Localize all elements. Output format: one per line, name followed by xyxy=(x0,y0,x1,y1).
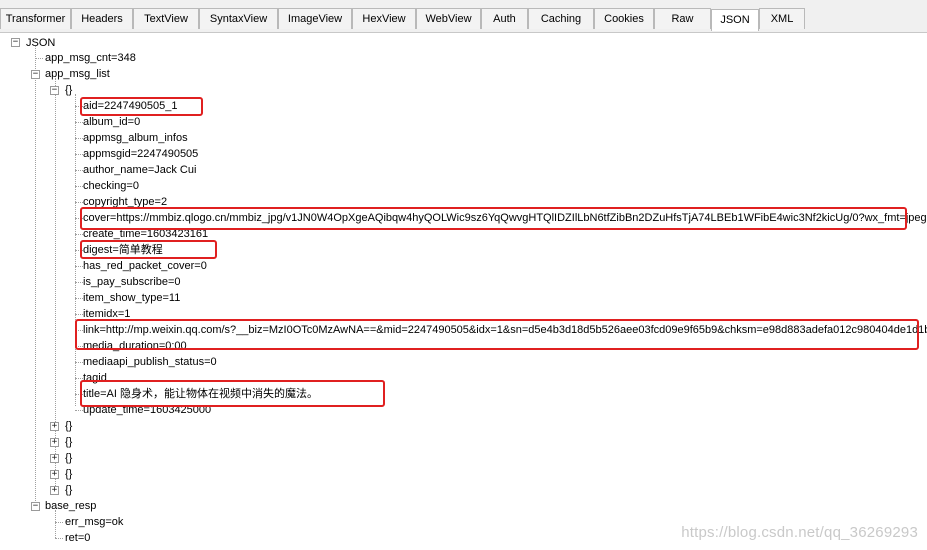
tree-node-itemidx[interactable]: itemidx=1 xyxy=(83,306,130,322)
tab-webview[interactable]: WebView xyxy=(416,8,481,29)
tree-node-create-time[interactable]: create_time=1603423161 xyxy=(83,226,208,242)
expand-toggle-item-5[interactable]: + xyxy=(50,486,59,495)
json-tree-view: − JSON app_msg_cnt=348 − app_msg_list − … xyxy=(0,32,927,550)
tab-transformer[interactable]: Transformer xyxy=(0,8,71,29)
tree-node-has-red-packet-cover[interactable]: has_red_packet_cover=0 xyxy=(83,258,207,274)
tab-raw[interactable]: Raw xyxy=(654,8,711,29)
tree-node-root[interactable]: JSON xyxy=(26,35,55,51)
tree-node-item-0[interactable]: {} xyxy=(65,82,72,98)
tree-node-is-pay-subscribe[interactable]: is_pay_subscribe=0 xyxy=(83,274,181,290)
tree-node-mediaapi-publish-status[interactable]: mediaapi_publish_status=0 xyxy=(83,354,217,370)
expand-toggle-item-1[interactable]: + xyxy=(50,422,59,431)
tree-node-tagid[interactable]: tagid xyxy=(83,370,107,386)
tree-node-err-msg[interactable]: err_msg=ok xyxy=(65,514,123,530)
tree-node-item-5[interactable]: {} xyxy=(65,482,72,498)
tree-node-digest[interactable]: digest=简单教程 xyxy=(83,242,163,258)
tab-json[interactable]: JSON xyxy=(711,9,759,31)
collapse-toggle-base-resp[interactable]: − xyxy=(31,502,40,511)
tree-node-author-name[interactable]: author_name=Jack Cui xyxy=(83,162,196,178)
tab-syntaxview[interactable]: SyntaxView xyxy=(199,8,278,29)
collapse-toggle-item-0[interactable]: − xyxy=(50,86,59,95)
tree-node-appmsgid[interactable]: appmsgid=2247490505 xyxy=(83,146,198,162)
tree-node-copyright-type[interactable]: copyright_type=2 xyxy=(83,194,167,210)
tree-node-link[interactable]: link=http://mp.weixin.qq.com/s?__biz=MzI… xyxy=(83,322,927,338)
expand-toggle-item-2[interactable]: + xyxy=(50,438,59,447)
tab-caching[interactable]: Caching xyxy=(528,8,594,29)
tree-node-ret[interactable]: ret=0 xyxy=(65,530,90,546)
tab-auth[interactable]: Auth xyxy=(481,8,528,29)
tree-node-title[interactable]: title=AI 隐身术，能让物体在视频中消失的魔法。 xyxy=(83,386,318,402)
inspector-tab-bar: Transformer Headers TextView SyntaxView Imag… xyxy=(0,0,927,33)
tree-node-checking[interactable]: checking=0 xyxy=(83,178,139,194)
tree-node-item-show-type[interactable]: item_show_type=11 xyxy=(83,290,180,306)
tab-headers[interactable]: Headers xyxy=(71,8,133,29)
tree-node-cover[interactable]: cover=https://mmbiz.qlogo.cn/mmbiz_jpg/v… xyxy=(83,210,927,226)
tree-node-item-1[interactable]: {} xyxy=(65,418,72,434)
tree-node-base-resp[interactable]: base_resp xyxy=(45,498,96,514)
tab-xml[interactable]: XML xyxy=(759,8,805,29)
collapse-toggle-app-msg-list[interactable]: − xyxy=(31,70,40,79)
watermark-text: https://blog.csdn.net/qq_36269293 xyxy=(681,524,918,541)
tree-node-appmsg-album-infos[interactable]: appmsg_album_infos xyxy=(83,130,188,146)
tree-node-item-2[interactable]: {} xyxy=(65,434,72,450)
tab-textview[interactable]: TextView xyxy=(133,8,199,29)
tree-node-update-time[interactable]: update_time=1603425000 xyxy=(83,402,211,418)
tab-cookies[interactable]: Cookies xyxy=(594,8,654,29)
tree-node-app-msg-cnt[interactable]: app_msg_cnt=348 xyxy=(45,50,136,66)
expand-toggle-item-4[interactable]: + xyxy=(50,470,59,479)
tree-node-media-duration[interactable]: media_duration=0:00 xyxy=(83,338,187,354)
tree-node-aid[interactable]: aid=2247490505_1 xyxy=(83,98,178,114)
expand-toggle-item-3[interactable]: + xyxy=(50,454,59,463)
collapse-toggle-root[interactable]: − xyxy=(11,38,20,47)
tree-node-item-4[interactable]: {} xyxy=(65,466,72,482)
tab-hexview[interactable]: HexView xyxy=(352,8,416,29)
tree-node-item-3[interactable]: {} xyxy=(65,450,72,466)
tab-imageview[interactable]: ImageView xyxy=(278,8,352,29)
tree-node-album-id[interactable]: album_id=0 xyxy=(83,114,140,130)
